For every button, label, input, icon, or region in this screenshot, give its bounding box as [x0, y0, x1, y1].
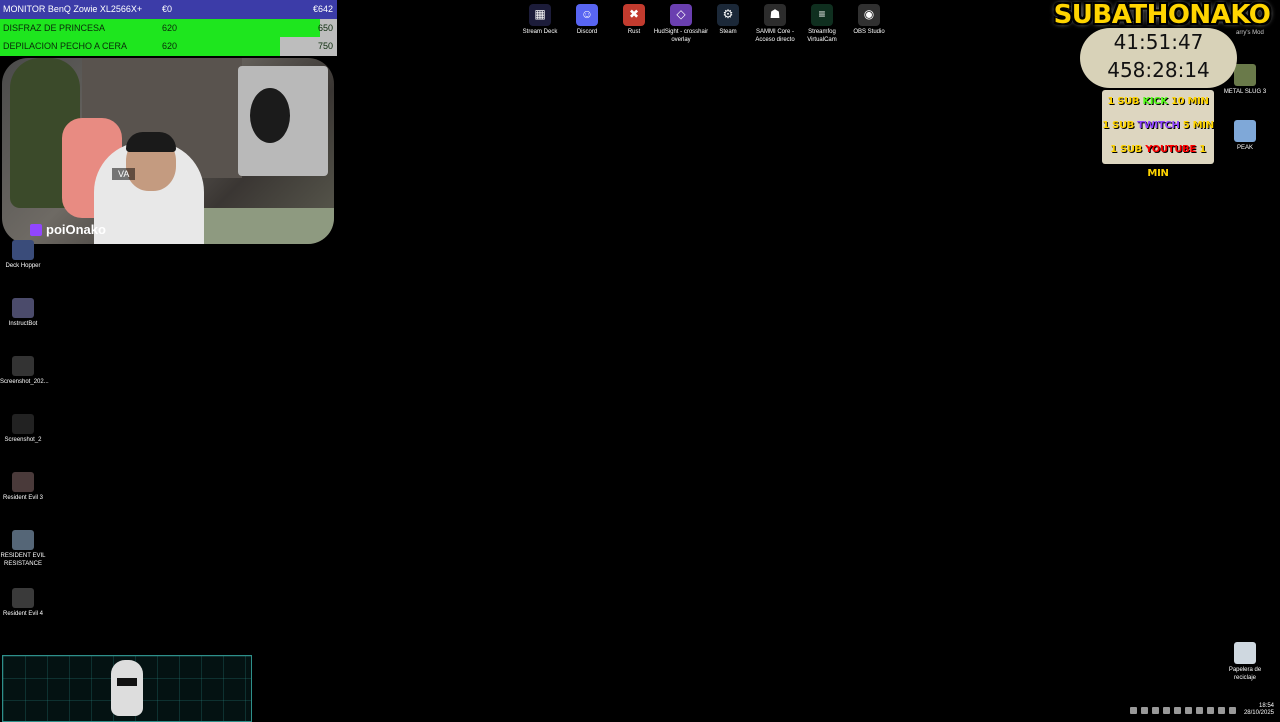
rule-twitch: 1 SUB TWITCH 5 MIN [1102, 120, 1214, 131]
icon-label: PEAK [1236, 145, 1253, 151]
discord-icon: ☺ [576, 4, 598, 26]
webcam-poster-logo [250, 88, 290, 143]
goal-current: €0 [162, 4, 173, 15]
twitch-channel-label: poiOnako [30, 222, 106, 237]
goal-current: 620 [162, 41, 178, 52]
screenshot-icon [12, 356, 34, 376]
rule-youtube: 1 SUB YOUTUBE 1 MIN [1110, 144, 1206, 179]
icon-label: OBS Studio [853, 29, 885, 35]
goal-target: 750 [317, 41, 333, 52]
donation-goals-panel: MONITOR BenQ Zowie XL2566X+ €0 €642 DISF… [0, 0, 337, 56]
nvidia-icon[interactable] [1173, 706, 1181, 714]
desktop-icon-obs[interactable]: ◉ OBS Studio [841, 4, 897, 37]
resident-evil-3-icon [12, 472, 34, 492]
desktop-icon-screenshot-1[interactable]: Screenshot_202... [0, 356, 49, 387]
icon-label: SAMMI Core - Acceso directo [755, 29, 795, 43]
obs-icon: ◉ [858, 4, 880, 26]
subathon-timer: 41:51:47 458:28:14 [1080, 28, 1237, 88]
battery-icon[interactable] [1228, 706, 1236, 714]
goal-name: DISFRAZ DE PRINCESA [3, 22, 106, 33]
recycle-bin-icon [1234, 642, 1256, 664]
app-tray-icon[interactable] [1162, 706, 1170, 714]
streamfog-icon: ≡ [811, 4, 833, 26]
webcam-overlay: VA poiOnako [2, 58, 334, 244]
icon-label: Streamfog VirtualCam [807, 29, 837, 43]
skull-logo-widget [2, 655, 252, 722]
chevron-up-icon[interactable] [1129, 706, 1137, 714]
twitch-icon [30, 223, 42, 236]
hudsight-icon: ◇ [670, 4, 692, 26]
channel-name: poiOnako [46, 222, 106, 237]
subathon-rules: 1 SUB KICK 10 MIN 1 SUB TWITCH 5 MIN 1 S… [1102, 90, 1214, 179]
goal-name: DEPILACION PECHO A CERA [3, 41, 128, 52]
app-tray-icon[interactable] [1184, 706, 1192, 714]
webcam-sofa [182, 208, 334, 244]
microphone-icon[interactable] [1195, 706, 1203, 714]
icon-label: METAL SLUG 3 [1223, 89, 1267, 95]
goal-row-disfraz: DISFRAZ DE PRINCESA 620 650 [0, 18, 337, 37]
resident-evil-4-icon [12, 588, 34, 608]
icon-label: Stream Deck [522, 29, 558, 35]
icon-label: Papelera de reciclaje [1228, 667, 1262, 681]
sammi-icon: ☗ [764, 4, 786, 26]
webcam-overlay-text: VA [112, 168, 136, 180]
goal-row-depilacion: DEPILACION PECHO A CERA 620 750 [0, 37, 337, 56]
icon-label: RESIDENT EVIL RESISTANCE [0, 553, 46, 567]
goal-name: MONITOR BenQ Zowie XL2566X+ [3, 4, 143, 15]
goal-target: €642 [312, 4, 333, 15]
timer-remaining: 41:51:47 [1113, 30, 1204, 54]
goal-target: 650 [317, 22, 333, 33]
rule-kick: 1 SUB KICK 10 MIN [1107, 96, 1209, 107]
desktop-icon-instructbot[interactable]: InstructBot [0, 298, 46, 329]
peak-icon [1234, 120, 1256, 142]
deck-hopper-icon [12, 240, 34, 260]
desktop-icon-resident-evil-3[interactable]: Resident Evil 3 [0, 472, 46, 503]
desktop-icon-screenshot-2[interactable]: Screenshot_2 [0, 414, 46, 445]
desktop-icon-peak[interactable]: PEAK [1223, 120, 1267, 153]
desktop-icon-resident-evil-4[interactable]: Resident Evil 4 [0, 588, 46, 619]
clock-time: 18:54 [1258, 703, 1274, 709]
stream-deck-icon: ▦ [529, 4, 551, 26]
icon-label: Resident Evil 4 [2, 611, 44, 617]
skull-logo-icon [111, 660, 143, 716]
resident-evil-resistance-icon [12, 530, 34, 550]
volume-icon[interactable] [1217, 706, 1225, 714]
icon-label: Discord [576, 29, 598, 35]
icon-label: Deck Hopper [5, 263, 41, 269]
desktop-icon-resident-evil-resistance[interactable]: RESIDENT EVIL RESISTANCE [0, 530, 46, 568]
app-tray-icon[interactable] [1140, 706, 1148, 714]
screenshot-icon [12, 414, 34, 434]
desktop-icon-recycle-bin[interactable]: Papelera de reciclaje [1223, 642, 1267, 682]
icon-label: Screenshot_2 [4, 437, 42, 443]
network-icon[interactable] [1206, 706, 1214, 714]
timer-total: 458:28:14 [1107, 58, 1210, 82]
icon-label: Resident Evil 3 [2, 495, 44, 501]
instructbot-icon [12, 298, 34, 318]
clock-date: 28/10/2025 [1243, 710, 1274, 716]
goal-current: 620 [162, 22, 178, 33]
system-tray: 18:54 28/10/2025 [1054, 700, 1280, 720]
icon-label: Rust [627, 29, 641, 35]
steam-icon: ⚙ [717, 4, 739, 26]
metal-slug-3-icon [1234, 64, 1256, 86]
goal-row-monitor: MONITOR BenQ Zowie XL2566X+ €0 €642 [0, 0, 337, 19]
icon-label: Screenshot_202... [0, 379, 49, 385]
icon-label: Steam [719, 29, 737, 35]
desktop-icon-deck-hopper[interactable]: Deck Hopper [0, 240, 46, 271]
webcam-streamer-hair [126, 132, 176, 152]
rust-icon: ✖ [623, 4, 645, 26]
taskbar-clock[interactable]: 18:54 28/10/2025 [1244, 703, 1274, 717]
app-tray-icon[interactable] [1151, 706, 1159, 714]
icon-label: InstructBot [8, 321, 38, 327]
